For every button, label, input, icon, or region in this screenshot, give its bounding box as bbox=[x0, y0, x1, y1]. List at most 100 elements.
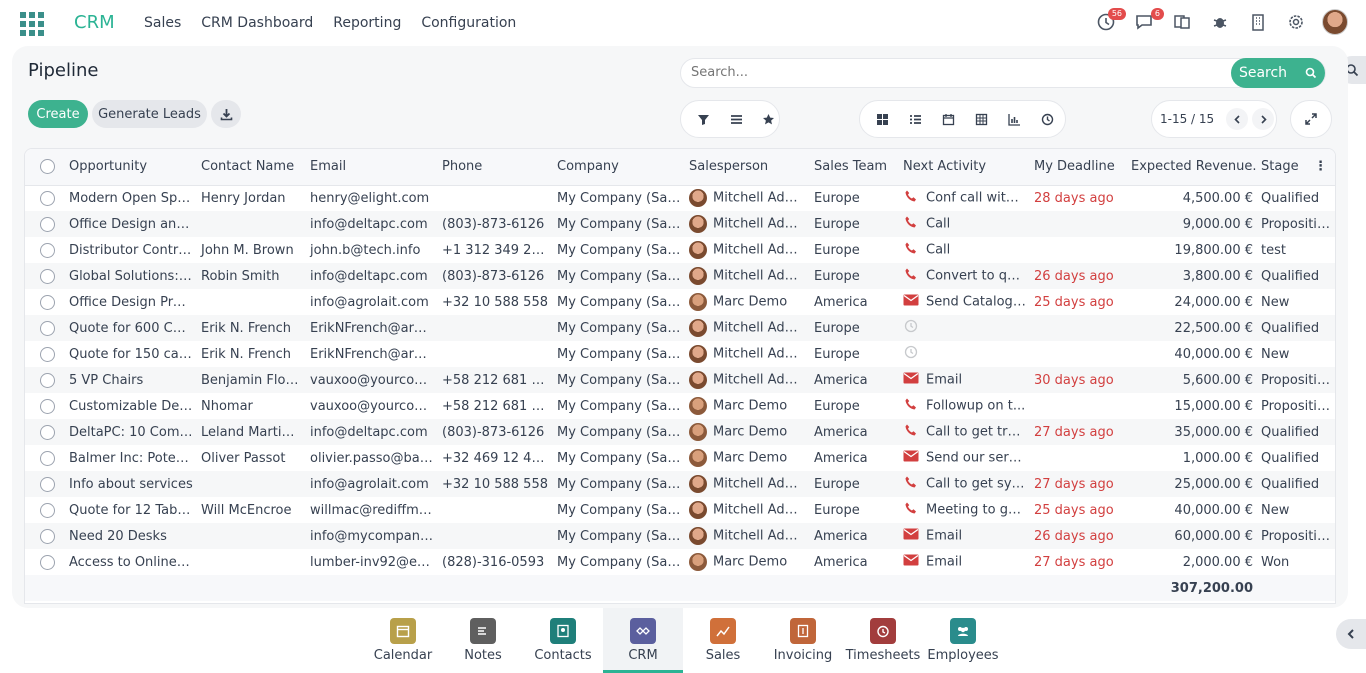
row-select-checkbox[interactable] bbox=[25, 523, 65, 549]
cell-next-activity[interactable]: Email bbox=[899, 523, 1030, 549]
dock-app-invoicing[interactable]: Invoicing bbox=[763, 608, 843, 673]
col-my-deadline[interactable]: My Deadline bbox=[1030, 149, 1127, 186]
col-expected-revenue[interactable]: Expected Revenue... bbox=[1127, 149, 1257, 186]
settings-gear-icon[interactable] bbox=[1284, 8, 1308, 36]
cell-next-activity[interactable]: Conf call with ... bbox=[899, 185, 1030, 211]
table-row[interactable]: DeltaPC: 10 Comp... Leland Martinez info@d… bbox=[25, 419, 1335, 445]
cell-next-activity[interactable]: Call bbox=[899, 237, 1030, 263]
table-row[interactable]: Modern Open Space Henry Jordan henry@eligh… bbox=[25, 185, 1335, 211]
messages-icon[interactable]: 6 bbox=[1132, 8, 1164, 36]
calendar-view-icon[interactable] bbox=[938, 109, 959, 130]
collapse-side-icon[interactable] bbox=[1336, 619, 1366, 649]
dock-app-notes[interactable]: Notes bbox=[443, 608, 523, 673]
cell-next-activity[interactable]: Send our servi... bbox=[899, 445, 1030, 471]
cell-next-activity[interactable]: Meeting to go ... bbox=[899, 497, 1030, 523]
cell-next-activity[interactable]: Send Catalog ... bbox=[899, 289, 1030, 315]
clock-icon[interactable] bbox=[903, 319, 919, 337]
apps-menu-icon[interactable] bbox=[20, 12, 44, 36]
cell-next-activity[interactable]: Call to get syst... bbox=[899, 471, 1030, 497]
table-row[interactable]: Quote for 12 Tables Will McEncroe willmac@… bbox=[25, 497, 1335, 523]
activity-clock-icon[interactable]: 56 bbox=[1094, 8, 1126, 36]
table-row[interactable]: Quote for 600 Chai... Erik N. French ErikN… bbox=[25, 315, 1335, 341]
row-select-checkbox[interactable] bbox=[25, 445, 65, 471]
phone-icon[interactable] bbox=[903, 475, 919, 493]
search-input[interactable] bbox=[691, 65, 1191, 80]
row-select-checkbox[interactable] bbox=[25, 341, 65, 367]
dock-app-timesheets[interactable]: Timesheets bbox=[843, 608, 923, 673]
email-icon[interactable] bbox=[903, 372, 919, 388]
cell-next-activity[interactable]: Call bbox=[899, 211, 1030, 237]
col-phone[interactable]: Phone bbox=[438, 149, 553, 186]
table-row[interactable]: Balmer Inc: Potent... Oliver Passot olivie… bbox=[25, 445, 1335, 471]
generate-leads-button[interactable]: Generate Leads bbox=[92, 100, 207, 128]
row-select-checkbox[interactable] bbox=[25, 549, 65, 575]
email-icon[interactable] bbox=[903, 528, 919, 544]
table-row[interactable]: Info about services info@agrolait.com +32 … bbox=[25, 471, 1335, 497]
row-select-checkbox[interactable] bbox=[25, 315, 65, 341]
translate-icon[interactable] bbox=[1170, 8, 1194, 36]
email-icon[interactable] bbox=[903, 294, 919, 310]
favorites-star-icon[interactable] bbox=[758, 109, 779, 130]
pager-value[interactable]: 1-15 / 15 bbox=[1160, 112, 1214, 126]
email-icon[interactable] bbox=[903, 450, 919, 466]
col-email[interactable]: Email bbox=[306, 149, 438, 186]
table-row[interactable]: 5 VP Chairs Benjamin Flores vauxoo@yourcom… bbox=[25, 367, 1335, 393]
dock-app-employees[interactable]: Employees bbox=[923, 608, 1003, 673]
table-row[interactable]: Quote for 150 carp... Erik N. French ErikN… bbox=[25, 341, 1335, 367]
col-stage[interactable]: Stage ⋮ bbox=[1257, 149, 1335, 186]
phone-icon[interactable] bbox=[903, 397, 919, 415]
clock-icon[interactable] bbox=[903, 345, 919, 363]
phone-icon[interactable] bbox=[903, 241, 919, 259]
table-row[interactable]: Distributor Contract John M. Brown john.b@… bbox=[25, 237, 1335, 263]
phone-icon[interactable] bbox=[903, 189, 919, 207]
row-select-checkbox[interactable] bbox=[25, 497, 65, 523]
row-select-checkbox[interactable] bbox=[25, 263, 65, 289]
dock-app-calendar[interactable]: Calendar bbox=[363, 608, 443, 673]
list-view-icon[interactable] bbox=[905, 109, 926, 130]
table-row[interactable]: Need 20 Desks info@mycompany.... My Compan… bbox=[25, 523, 1335, 549]
cell-next-activity[interactable]: Call to get trai... bbox=[899, 419, 1030, 445]
row-select-checkbox[interactable] bbox=[25, 419, 65, 445]
row-select-checkbox[interactable] bbox=[25, 185, 65, 211]
col-salesperson[interactable]: Salesperson bbox=[685, 149, 810, 186]
pager-previous-icon[interactable] bbox=[1226, 108, 1249, 130]
row-select-checkbox[interactable] bbox=[25, 237, 65, 263]
cell-next-activity[interactable]: Email bbox=[899, 367, 1030, 393]
phone-icon[interactable] bbox=[903, 215, 919, 233]
table-row[interactable]: Global Solutions: F... Robin Smith info@de… bbox=[25, 263, 1335, 289]
phone-icon[interactable] bbox=[903, 501, 919, 519]
table-row[interactable]: Access to Online C... lumber-inv92@exa...… bbox=[25, 549, 1335, 575]
row-select-checkbox[interactable] bbox=[25, 367, 65, 393]
table-row[interactable]: Customizable Desk Nhomar vauxoo@yourcom...… bbox=[25, 393, 1335, 419]
phone-icon[interactable] bbox=[903, 423, 919, 441]
menu-sales[interactable]: Sales bbox=[144, 15, 181, 31]
kanban-view-icon[interactable] bbox=[872, 109, 893, 130]
col-sales-team[interactable]: Sales Team bbox=[810, 149, 899, 186]
column-options-icon[interactable]: ⋮ bbox=[1314, 159, 1327, 174]
phone-icon[interactable] bbox=[903, 267, 919, 285]
pivot-view-icon[interactable] bbox=[971, 109, 992, 130]
dock-app-sales[interactable]: Sales bbox=[683, 608, 763, 673]
row-select-checkbox[interactable] bbox=[25, 471, 65, 497]
cell-next-activity[interactable] bbox=[899, 341, 1030, 367]
graph-view-icon[interactable] bbox=[1004, 109, 1025, 130]
col-next-activity[interactable]: Next Activity bbox=[899, 149, 1030, 186]
group-by-icon[interactable] bbox=[726, 109, 747, 130]
menu-reporting[interactable]: Reporting bbox=[333, 15, 401, 31]
pager-next-icon[interactable] bbox=[1252, 108, 1275, 130]
cell-next-activity[interactable] bbox=[899, 315, 1030, 341]
create-button[interactable]: Create bbox=[28, 100, 88, 128]
download-icon[interactable] bbox=[211, 100, 241, 128]
table-row[interactable]: Office Design and ... info@deltapc.com (80… bbox=[25, 211, 1335, 237]
menu-configuration[interactable]: Configuration bbox=[421, 15, 516, 31]
col-opportunity[interactable]: Opportunity bbox=[65, 149, 197, 186]
select-all-checkbox[interactable] bbox=[25, 149, 65, 186]
row-select-checkbox[interactable] bbox=[25, 211, 65, 237]
user-avatar[interactable] bbox=[1322, 9, 1348, 35]
expand-button[interactable] bbox=[1290, 100, 1332, 138]
dock-app-crm[interactable]: CRM bbox=[603, 608, 683, 673]
activity-view-icon[interactable] bbox=[1037, 109, 1058, 130]
cell-next-activity[interactable]: Followup on t... bbox=[899, 393, 1030, 419]
company-building-icon[interactable] bbox=[1246, 8, 1270, 36]
filter-funnel-icon[interactable] bbox=[693, 109, 714, 130]
